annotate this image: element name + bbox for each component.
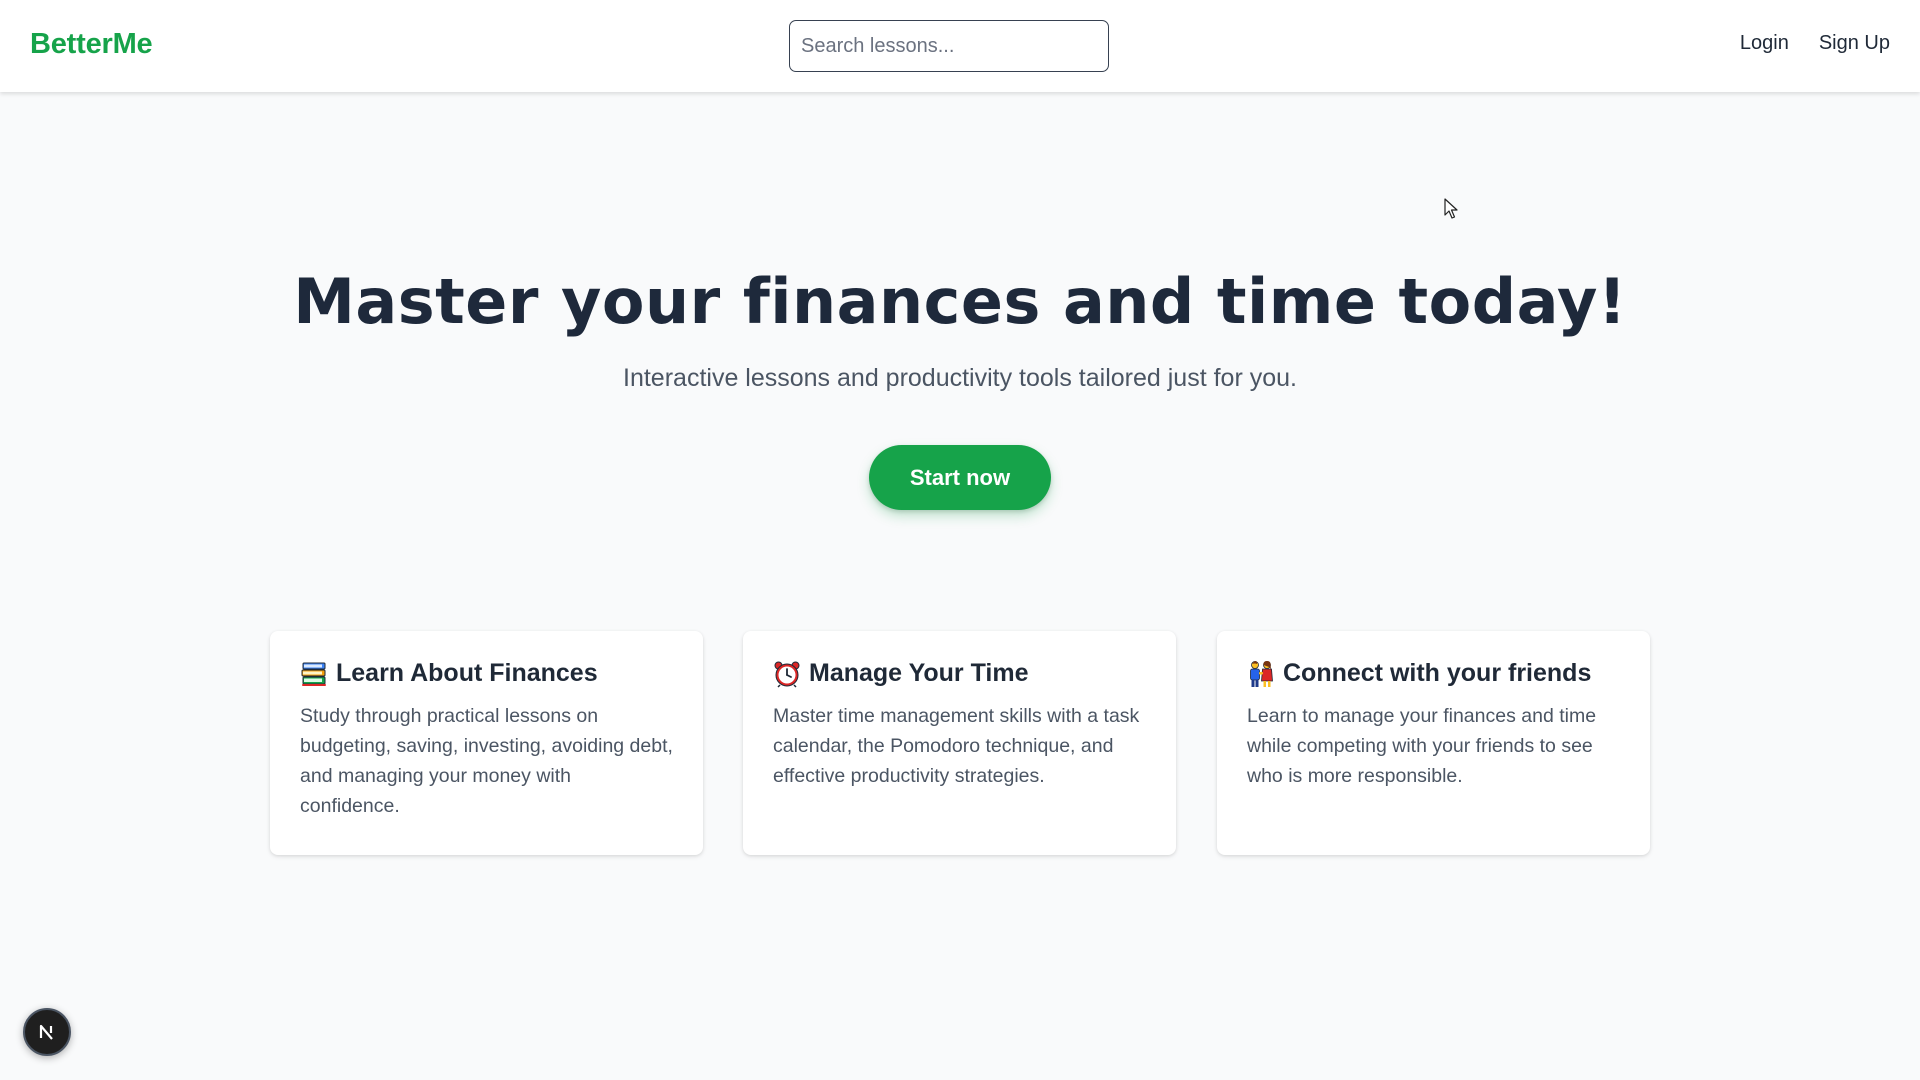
hero-title: Master your finances and time today! <box>293 265 1627 338</box>
start-now-button[interactable]: Start now <box>869 445 1051 510</box>
card-description: Learn to manage your finances and time w… <box>1247 705 1597 787</box>
top-navbar: BetterMe Login Sign Up <box>0 0 1920 92</box>
nextjs-dev-badge[interactable] <box>23 1008 71 1056</box>
card-title: Manage Your Time <box>809 659 1029 687</box>
signup-link[interactable]: Sign Up <box>1819 32 1890 55</box>
card-description: Study through practical lessons on budge… <box>300 705 673 817</box>
nextjs-logo-icon <box>39 1024 53 1040</box>
mouse-cursor-icon <box>1444 198 1458 219</box>
brand-logo[interactable]: BetterMe <box>30 28 153 61</box>
hero-subtitle: Interactive lessons and productivity too… <box>623 364 1297 392</box>
card-title: Learn About Finances <box>336 659 598 687</box>
card-description: Master time management skills with a tas… <box>773 705 1140 787</box>
alarm-clock-icon <box>774 661 800 688</box>
auth-links: Login Sign Up <box>1740 32 1890 55</box>
friends-icon <box>1250 660 1273 687</box>
search-input[interactable] <box>789 20 1109 72</box>
feature-card-friends: Connect with your friends Learn to manag… <box>1217 631 1650 855</box>
books-icon <box>301 662 326 686</box>
card-title: Connect with your friends <box>1283 659 1592 687</box>
login-link[interactable]: Login <box>1740 32 1789 55</box>
feature-card-finances: Learn About Finances Study through pract… <box>270 631 703 855</box>
feature-card-time: Manage Your Time Master time management … <box>743 631 1176 855</box>
